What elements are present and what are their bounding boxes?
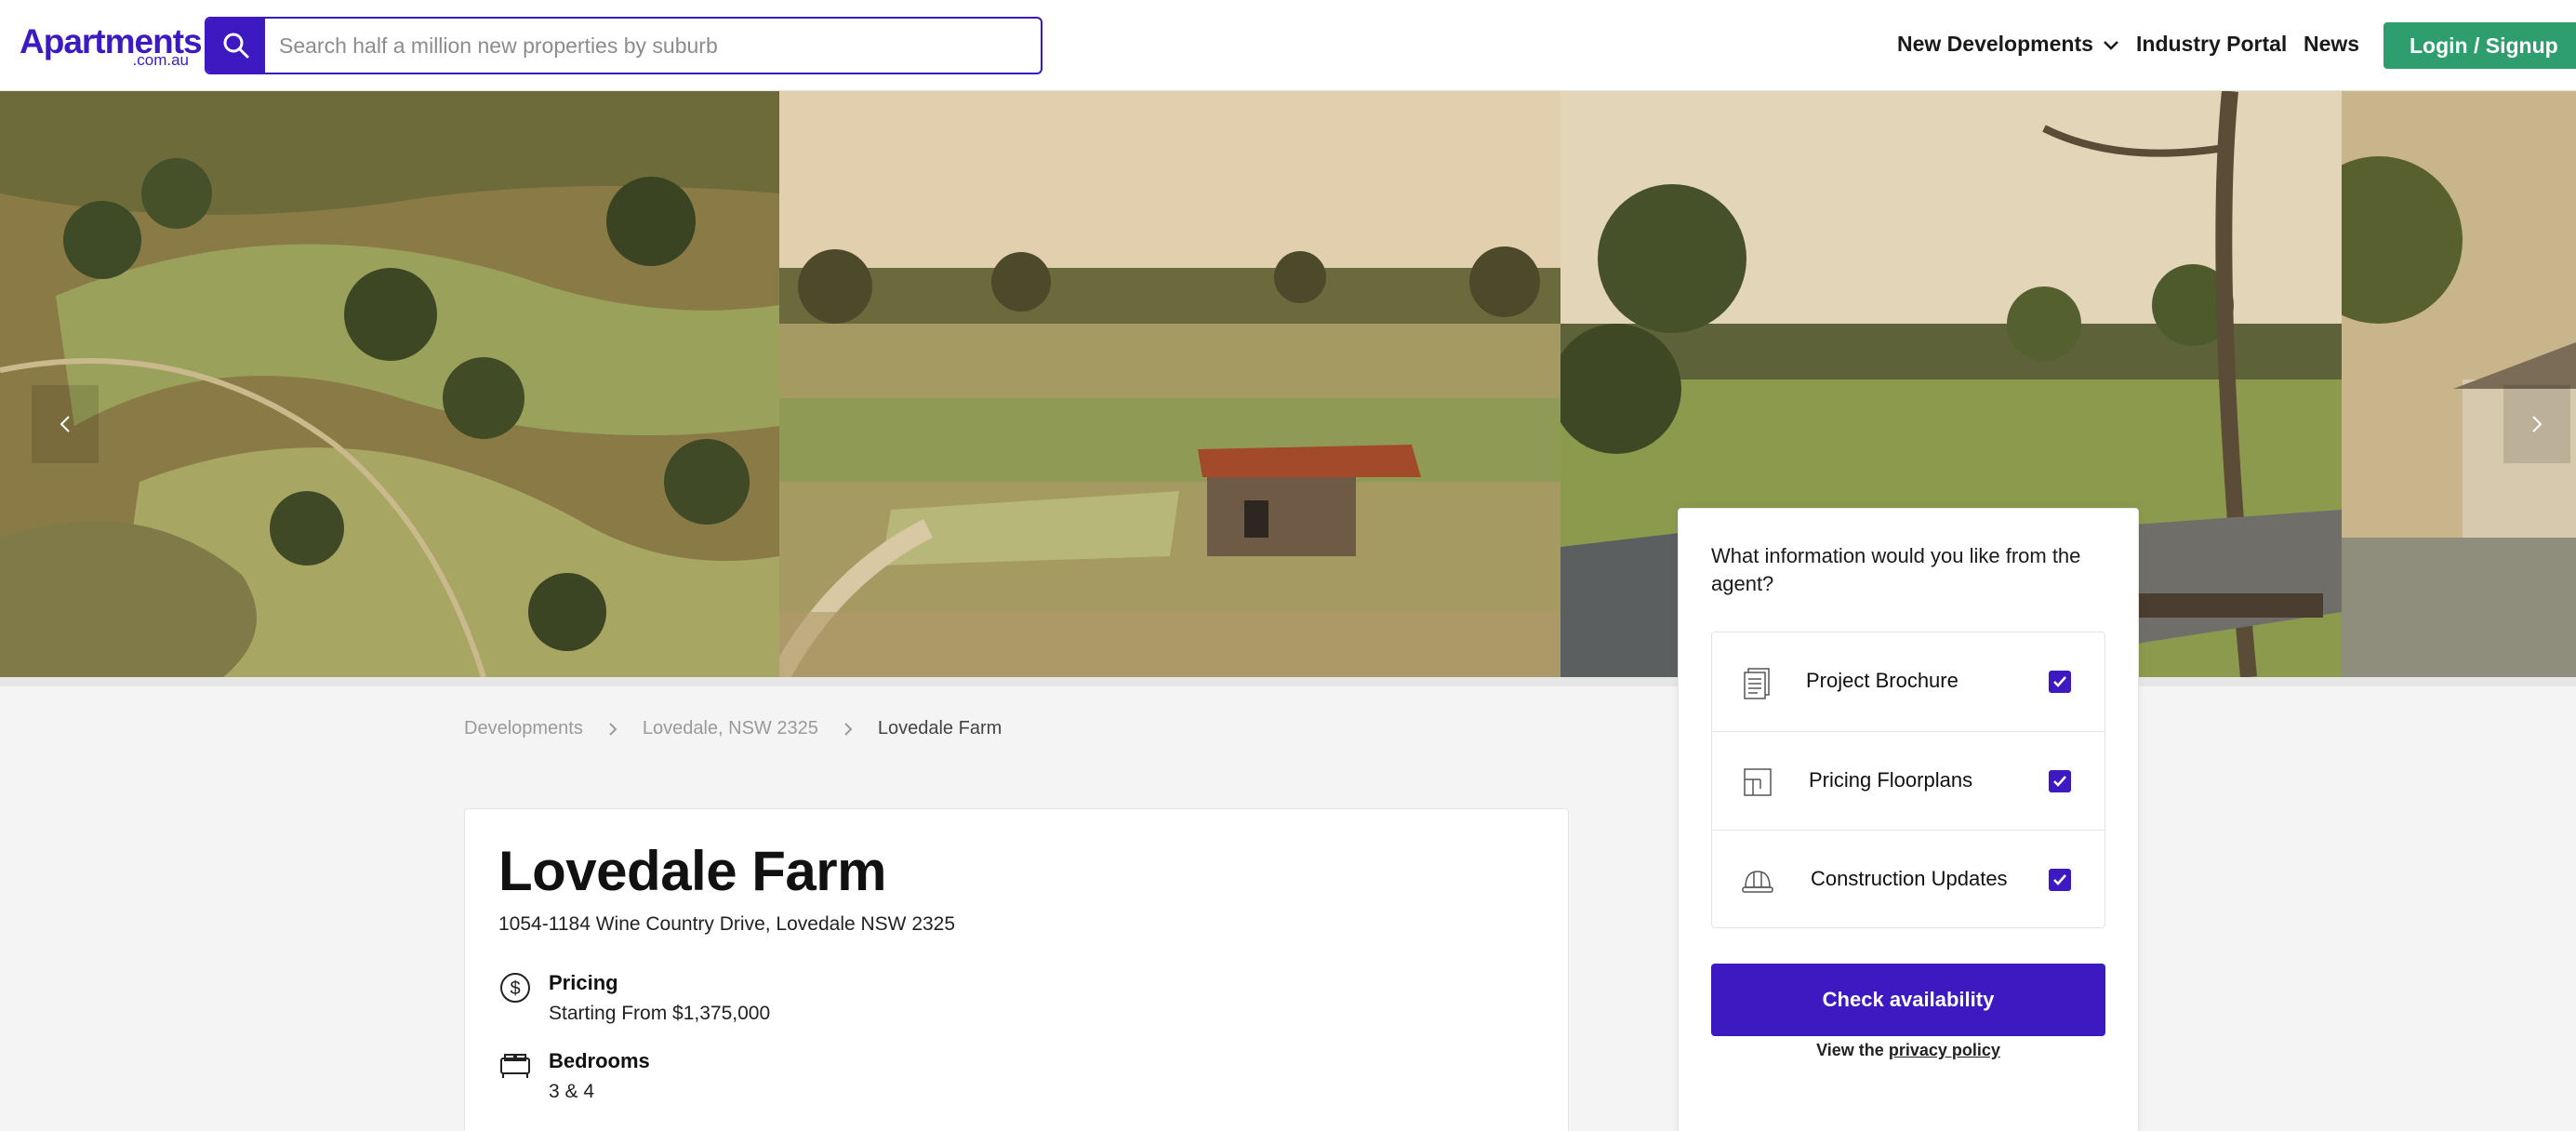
- pricing-value: Starting From $1,375,000: [549, 1003, 771, 1024]
- bedrooms-feature: Bedrooms 3 & 4: [498, 1049, 650, 1103]
- search-button[interactable]: [206, 19, 265, 73]
- pricing-feature: $ Pricing Starting From $1,375,000: [498, 971, 770, 1025]
- house-street-photo[interactable]: [2342, 91, 2576, 677]
- chevron-right-icon: [843, 721, 854, 738]
- option-pricing-floorplans[interactable]: Pricing Floorplans: [1712, 731, 2105, 830]
- rustic-cabin-fairway-photo[interactable]: [779, 91, 1560, 677]
- option-construction-updates-checkbox[interactable]: [2049, 869, 2071, 891]
- checkmark-icon: [2053, 776, 2066, 787]
- listing-summary-card: Lovedale Farm 1054-1184 Wine Country Dri…: [464, 808, 1569, 1131]
- check-availability-button[interactable]: Check availability: [1711, 964, 2105, 1036]
- nav-industry-portal[interactable]: Industry Portal: [2136, 32, 2287, 57]
- aerial-golf-course-photo[interactable]: [0, 91, 779, 677]
- site-logo[interactable]: Apartments .com.au: [20, 22, 203, 69]
- logo-domain: .com.au: [132, 51, 189, 69]
- chevron-left-icon: [60, 416, 70, 432]
- bedrooms-value: 3 & 4: [549, 1081, 595, 1102]
- gallery-next-button[interactable]: [2503, 385, 2570, 463]
- option-project-brochure-checkbox[interactable]: [2049, 671, 2071, 693]
- chevron-right-icon: [2532, 416, 2543, 432]
- site-header: Apartments .com.au New Developments Indu…: [0, 0, 2576, 91]
- option-project-brochure-label: Project Brochure: [1806, 669, 1959, 692]
- breadcrumb-developments[interactable]: Developments: [464, 718, 583, 739]
- breadcrumb-suburb[interactable]: Lovedale, NSW 2325: [643, 718, 818, 739]
- search-icon: [223, 33, 248, 59]
- photo-gallery: [0, 91, 2576, 677]
- search-input[interactable]: [279, 19, 1023, 73]
- bed-icon: [500, 1054, 530, 1078]
- dollar-icon: $: [500, 973, 530, 1003]
- hard-hat-icon: [1742, 871, 1773, 893]
- chevron-down-icon: [2104, 40, 2118, 50]
- breadcrumb-current: Lovedale Farm: [877, 718, 1003, 738]
- page-title: Lovedale Farm: [498, 840, 887, 902]
- floorplan-icon: [1744, 768, 1772, 796]
- privacy-note: View the privacy policy: [1711, 1041, 2105, 1060]
- option-pricing-floorplans-label: Pricing Floorplans: [1809, 768, 1973, 792]
- enquiry-options: Project Brochure Pricing Floorplans Cons…: [1711, 632, 2105, 928]
- nav-new-developments[interactable]: New Developments: [1897, 32, 2121, 57]
- nav-new-developments-label: New Developments: [1897, 32, 2093, 56]
- checkmark-icon: [2053, 874, 2066, 885]
- svg-text:$: $: [510, 978, 520, 999]
- enquiry-question: What information would you like from the…: [1711, 544, 2081, 595]
- privacy-prefix: View the: [1816, 1041, 1884, 1059]
- nav-news[interactable]: News: [2304, 32, 2359, 57]
- breadcrumb: Developments Lovedale, NSW 2325 Lovedale…: [464, 718, 1002, 739]
- option-construction-updates[interactable]: Construction Updates: [1712, 830, 2105, 928]
- gallery-prev-button[interactable]: [32, 385, 99, 463]
- login-signup-button[interactable]: Login / Signup: [2383, 22, 2576, 69]
- search-bar: [205, 17, 1042, 74]
- privacy-policy-link[interactable]: privacy policy: [1889, 1041, 2000, 1059]
- pricing-label: Pricing: [549, 971, 618, 994]
- option-project-brochure[interactable]: Project Brochure: [1712, 632, 2105, 731]
- chevron-right-icon: [607, 721, 618, 738]
- enquiry-panel: What information would you like from the…: [1678, 508, 2139, 1131]
- gallery-divider: [0, 677, 2576, 686]
- checkmark-icon: [2053, 676, 2066, 687]
- bedrooms-label: Bedrooms: [549, 1049, 650, 1072]
- brochure-icon: [1744, 668, 1770, 699]
- option-construction-updates-label: Construction Updates: [1811, 867, 2008, 890]
- listing-address: 1054-1184 Wine Country Drive, Lovedale N…: [498, 913, 956, 935]
- option-pricing-floorplans-checkbox[interactable]: [2049, 770, 2071, 792]
